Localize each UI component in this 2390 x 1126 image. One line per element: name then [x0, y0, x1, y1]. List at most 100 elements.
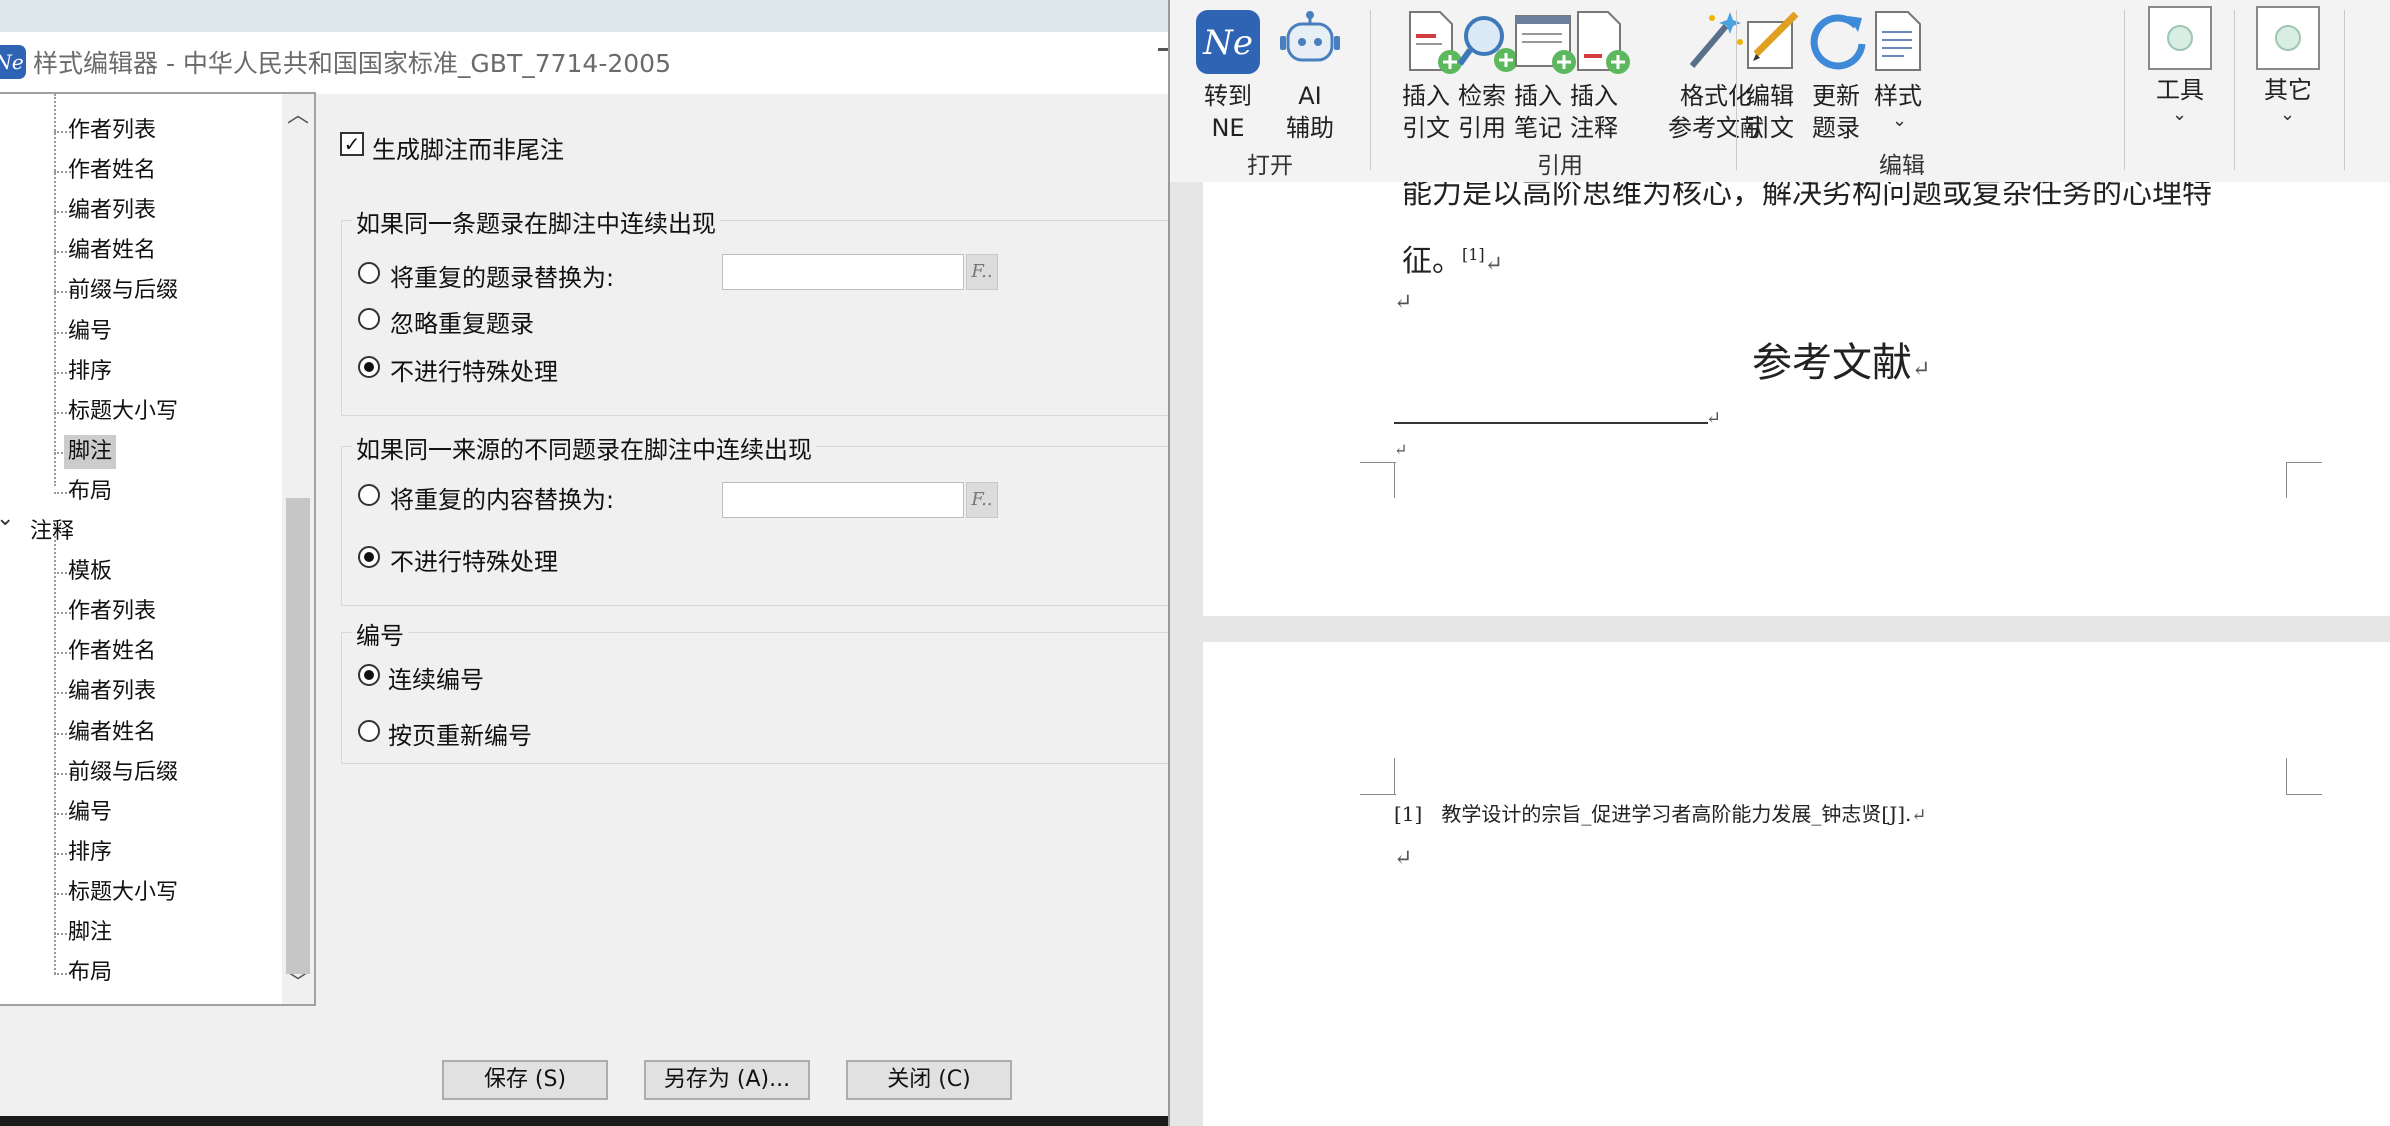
- tree-item-12[interactable]: 作者列表: [64, 595, 160, 629]
- insert-citation-button[interactable]: 插入 引文: [1396, 80, 1456, 144]
- document-page[interactable]: [1203, 182, 2390, 616]
- ribbon-label: 工具: [2156, 76, 2204, 104]
- style-button[interactable]: 样式: [1868, 80, 1928, 112]
- tree-item-1[interactable]: 作者姓名: [64, 154, 160, 188]
- margin-mark: [1360, 462, 1396, 463]
- tree-item-0[interactable]: 作者列表: [64, 114, 160, 148]
- chevron-down-icon[interactable]: ⌄: [1892, 110, 1907, 131]
- ribbon-label: 插入: [1402, 82, 1450, 110]
- tree-item-5[interactable]: 编号: [64, 315, 116, 349]
- tree-item-6[interactable]: 排序: [64, 355, 116, 389]
- tree-item-13[interactable]: 作者姓名: [64, 635, 160, 669]
- tree-guide: [54, 94, 56, 486]
- margin-mark: [2286, 462, 2287, 498]
- ignore-duplicate-label: 忽略重复题录: [390, 310, 534, 338]
- tree-item-17[interactable]: 编号: [64, 796, 116, 830]
- paragraph-mark: ↵: [1484, 252, 1504, 277]
- scroll-up-icon[interactable]: ︿: [282, 100, 314, 132]
- ribbon-label: 引文: [1402, 114, 1450, 142]
- continuous-numbering-radio[interactable]: [358, 664, 380, 686]
- save-as-button[interactable]: 另存为 (A)...: [644, 1060, 810, 1100]
- tools-button[interactable]: 工具: [2146, 74, 2214, 106]
- ignore-duplicate-radio[interactable]: [358, 308, 380, 330]
- tree-item-16[interactable]: 前缀与后缀: [64, 756, 182, 790]
- chevron-down-icon[interactable]: ⌄: [0, 506, 14, 531]
- chevron-down-icon[interactable]: ⌄: [2280, 104, 2295, 125]
- tree-item-9[interactable]: 布局: [64, 475, 116, 509]
- robot-icon[interactable]: [1278, 10, 1342, 78]
- close-button[interactable]: 关闭 (C): [846, 1060, 1012, 1100]
- replace-duplicate-label: 将重复的题录替换为:: [390, 264, 615, 292]
- ribbon-label: 引文: [1746, 114, 1794, 142]
- tree-item-11[interactable]: 模板: [64, 555, 116, 589]
- paragraph-mark: ↵: [1912, 357, 1931, 382]
- body-text-line: 征。[1]↵: [1402, 236, 1503, 280]
- insert-citation-icon[interactable]: [1402, 10, 1466, 78]
- no-special-radio-2[interactable]: [358, 546, 380, 568]
- tree-item-14[interactable]: 编者列表: [64, 675, 160, 709]
- tree-item-3[interactable]: 编者姓名: [64, 234, 160, 268]
- replace-content-label: 将重复的内容替换为:: [390, 486, 615, 514]
- no-special-radio[interactable]: [358, 356, 380, 378]
- tree-item-4[interactable]: 前缀与后缀: [64, 274, 182, 308]
- restart-per-page-radio[interactable]: [358, 720, 380, 742]
- edit-citation-button[interactable]: 编辑 引文: [1740, 80, 1800, 144]
- replace-duplicate-input[interactable]: [722, 254, 964, 290]
- tree-item-2[interactable]: 编者列表: [64, 194, 160, 228]
- tree-item-7[interactable]: 标题大小写: [64, 395, 182, 429]
- group3-title: 编号: [352, 616, 408, 651]
- tree-item-21[interactable]: 布局: [64, 956, 116, 990]
- format-button[interactable]: F..: [966, 254, 998, 290]
- style-icon[interactable]: [1870, 10, 1926, 78]
- tree-item-19[interactable]: 标题大小写: [64, 876, 182, 910]
- search-citation-button[interactable]: 检索 引用: [1452, 80, 1512, 144]
- footnote-checkbox-label: 生成脚注而非尾注: [372, 136, 564, 164]
- ne-logo-icon[interactable]: Ne: [1196, 10, 1260, 78]
- paragraph-mark: ↵: [1394, 290, 1413, 315]
- ribbon-label: 笔记: [1514, 114, 1562, 142]
- other-button[interactable]: 其它: [2254, 74, 2322, 106]
- taskbar-strip: [0, 1116, 1170, 1126]
- replace-duplicate-radio[interactable]: [358, 262, 380, 284]
- insert-annotation-button[interactable]: 插入 注释: [1564, 80, 1624, 144]
- edit-citation-icon[interactable]: [1742, 8, 1806, 76]
- margin-mark: [2286, 758, 2287, 794]
- ribbon-label: 引用: [1458, 114, 1506, 142]
- ai-assist-button[interactable]: AI 辅助: [1270, 80, 1350, 144]
- refresh-icon[interactable]: [1806, 8, 1870, 76]
- tree-item-20[interactable]: 脚注: [64, 916, 116, 950]
- other-icon[interactable]: [2256, 6, 2320, 74]
- save-button[interactable]: 保存 (S): [442, 1060, 608, 1100]
- chevron-down-icon[interactable]: ⌄: [2172, 104, 2187, 125]
- ribbon: Ne 转到 NE AI 辅助 插入 引文 检索 引用 插入 笔记 插入 注释 格…: [1170, 0, 2390, 183]
- ribbon-separator: [2124, 10, 2125, 170]
- footnote-entry[interactable]: [1] 教学设计的宗旨_促进学习者高阶能力发展_钟志贤[J].↵: [1394, 798, 1927, 827]
- replace-content-radio[interactable]: [358, 484, 380, 506]
- tree-item-18[interactable]: 排序: [64, 836, 116, 870]
- paragraph-mark: ↵: [1706, 408, 1722, 429]
- scrollbar-thumb[interactable]: [286, 498, 310, 974]
- margin-mark: [1360, 794, 1396, 795]
- insert-annotation-icon[interactable]: [1570, 10, 1634, 78]
- style-tree[interactable]: 作者列表 作者姓名 编者列表 编者姓名 前缀与后缀 编号 排序 标题大小写 脚注 布局 注释 模板 作者…: [0, 92, 316, 1006]
- ribbon-label: 插入: [1514, 82, 1562, 110]
- ribbon-separator: [2234, 10, 2235, 170]
- goto-ne-button[interactable]: 转到 NE: [1188, 80, 1268, 144]
- margin-mark: [1394, 758, 1395, 794]
- insert-note-icon[interactable]: [1514, 10, 1578, 78]
- paragraph-mark: ↵: [1911, 805, 1927, 826]
- tree-item-8[interactable]: 脚注: [64, 434, 117, 469]
- footnote-checkbox[interactable]: ✓: [340, 132, 364, 156]
- format-button[interactable]: F..: [966, 482, 998, 518]
- search-citation-icon[interactable]: [1457, 10, 1522, 78]
- citation-mark[interactable]: [1]: [1462, 245, 1485, 264]
- tree-item-15[interactable]: 编者姓名: [64, 716, 160, 750]
- no-special-label-2: 不进行特殊处理: [390, 548, 558, 576]
- insert-note-button[interactable]: 插入 笔记: [1508, 80, 1568, 144]
- document-page[interactable]: [1203, 642, 2390, 1126]
- update-refs-button[interactable]: 更新 题录: [1806, 80, 1866, 144]
- ribbon-label: 插入: [1570, 82, 1618, 110]
- replace-content-input[interactable]: [722, 482, 964, 518]
- tree-node-10[interactable]: 注释: [26, 515, 78, 549]
- tools-icon[interactable]: [2148, 6, 2212, 74]
